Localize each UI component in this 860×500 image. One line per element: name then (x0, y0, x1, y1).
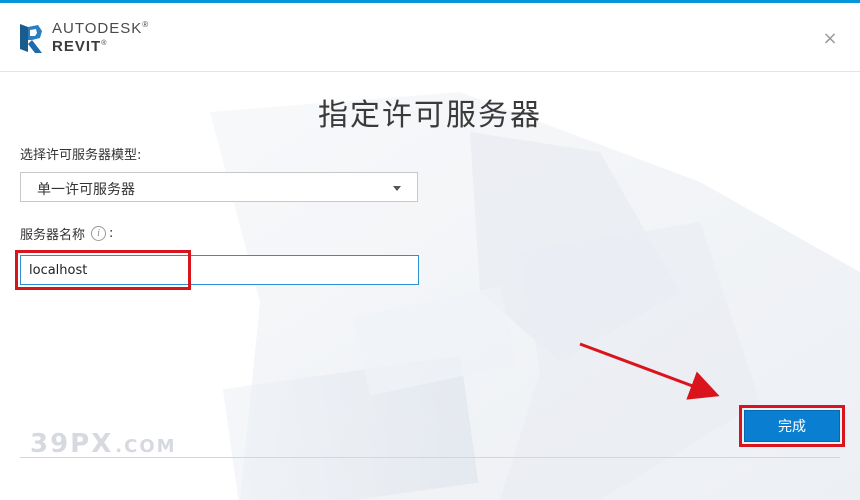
close-icon[interactable]: × (822, 30, 838, 48)
brand-text: AUTODESK® REVIT® (52, 20, 150, 55)
finish-button[interactable]: 完成 (744, 410, 840, 442)
watermark: 39PX .COM (30, 429, 177, 459)
server-name-input[interactable] (20, 255, 419, 285)
dialog-body: 指定许可服务器 选择许可服务器模型: 单一许可服务器 服务器名称 i : 39P… (0, 72, 860, 500)
label-colon: : (109, 226, 114, 241)
chevron-down-icon (393, 186, 401, 191)
server-model-dropdown[interactable]: 单一许可服务器 (20, 172, 418, 202)
model-label: 选择许可服务器模型: (20, 148, 142, 163)
info-icon[interactable]: i (91, 226, 107, 241)
brand-top: AUTODESK® (52, 20, 150, 37)
footer-divider (20, 457, 840, 458)
server-name-label: 服务器名称 (20, 228, 86, 243)
revit-r-logo-icon (20, 23, 42, 53)
brand-bottom: REVIT® (52, 38, 108, 55)
dropdown-selected-value: 单一许可服务器 (37, 182, 135, 198)
page-title: 指定许可服务器 (318, 98, 542, 133)
license-server-dialog: AUTODESK® REVIT® × 指定许可服务器 选择许可服务器模型: 单一… (0, 0, 860, 500)
dialog-header: AUTODESK® REVIT® × (0, 3, 860, 72)
server-name-label-row: 服务器名称 i : (20, 224, 113, 243)
autodesk-revit-logo: AUTODESK® REVIT® (18, 21, 149, 54)
